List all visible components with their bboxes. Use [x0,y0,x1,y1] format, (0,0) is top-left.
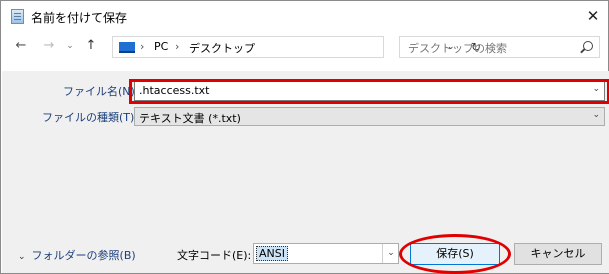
search-placeholder: デスクトップの検索 [408,42,507,55]
forward-button[interactable]: → [41,37,57,55]
form-area: ファイル名(N): .htaccess.txt ⌄ ファイルの種類(T): テキ… [2,71,609,274]
title-bar: 名前を付けて保存 ✕ [1,1,608,31]
back-button[interactable]: ← [13,37,29,55]
chevron-down-icon[interactable]: ⌄ [382,244,399,263]
pc-icon [119,42,135,53]
encoding-value[interactable]: ANSI [256,246,288,261]
address-bar[interactable]: › PC › デスクトップ ⌄ ↻ [112,36,481,58]
breadcrumb-separator[interactable]: › [175,40,179,53]
navigation-bar: ← → ⌄ ↑ › PC › デスクトップ ⌄ ↻ デスクトップの検索 [1,33,608,59]
search-input[interactable]: デスクトップの検索 [399,36,600,58]
breadcrumb-desktop[interactable]: デスクトップ [189,40,255,56]
encoding-select[interactable]: ANSI ⌄ [253,243,399,264]
breadcrumb-separator[interactable]: › [140,40,144,53]
filetype-label: ファイルの種類(T): [42,111,139,124]
filetype-select[interactable]: テキスト文書 (*.txt) ⌄ [134,107,605,126]
filename-label: ファイル名(N): [63,85,139,98]
dialog-title: 名前を付けて保存 [31,11,128,25]
chevron-down-icon[interactable]: ⌄ [592,110,600,120]
highlight-ellipse [399,234,511,274]
save-as-dialog: 名前を付けて保存 ✕ ← → ⌄ ↑ › PC › デスクトップ ⌄ ↻ デスク… [0,0,609,274]
close-button[interactable]: ✕ [582,6,604,26]
cancel-button[interactable]: キャンセル [514,243,602,265]
browse-folders-toggle[interactable]: ⌄ フォルダーの参照(B) [18,247,136,263]
encoding-label: 文字コード(E): [177,249,252,262]
up-button[interactable]: ↑ [83,37,99,55]
browse-folders-label: フォルダーの参照(B) [31,249,136,262]
filetype-value[interactable]: テキスト文書 (*.txt) [139,110,241,126]
breadcrumb-pc[interactable]: PC [154,40,168,53]
recent-locations-button[interactable]: ⌄ [65,37,75,55]
chevron-down-icon: ⌄ [18,252,26,262]
notepad-icon [11,9,24,24]
search-icon[interactable] [583,41,593,51]
highlight-box [129,79,609,104]
